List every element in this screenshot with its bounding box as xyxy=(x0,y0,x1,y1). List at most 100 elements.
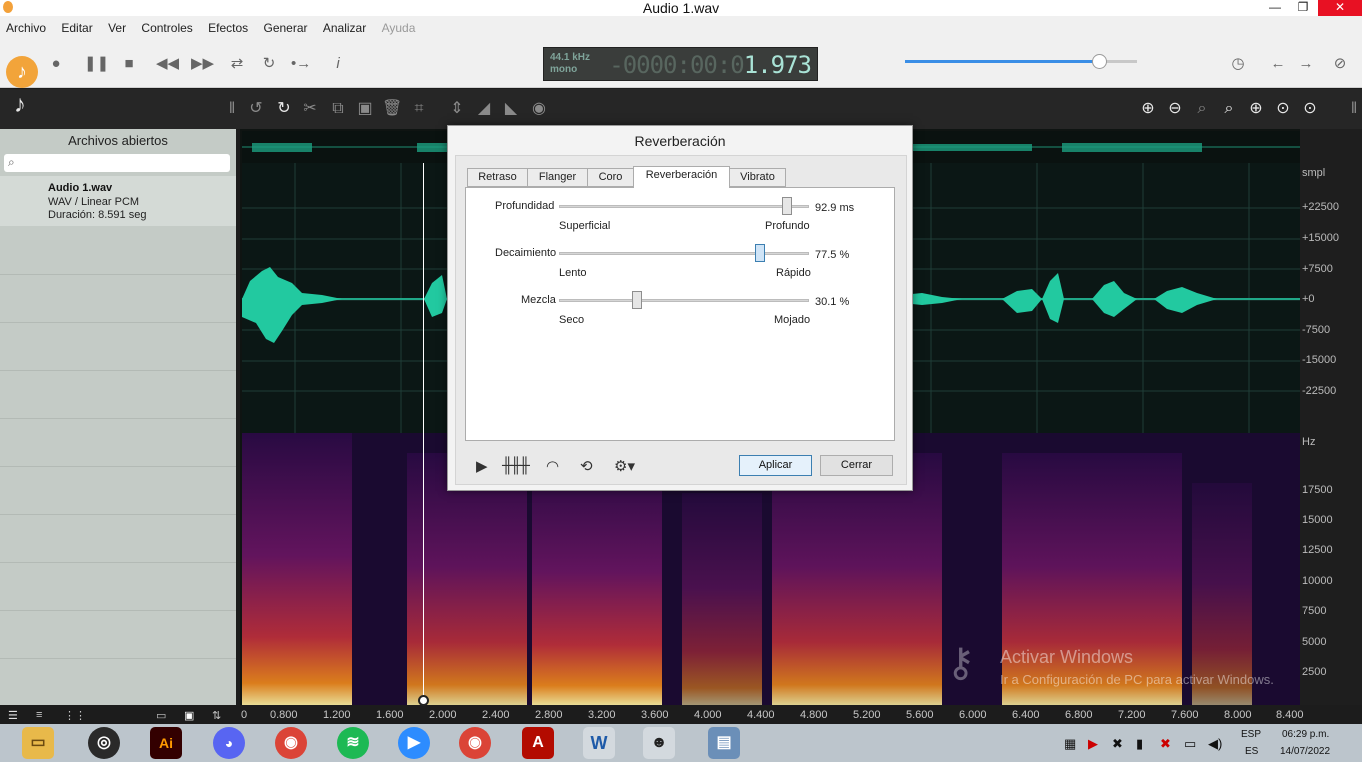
clock-date[interactable]: 14/07/2022 xyxy=(1280,746,1330,757)
copy-icon[interactable]: ⧉ xyxy=(328,99,348,119)
record-icon[interactable]: ● xyxy=(46,54,66,74)
depth-slider[interactable] xyxy=(559,205,809,208)
detail-view-icon[interactable]: ≡ xyxy=(36,709,42,721)
delete-icon[interactable]: 🗑 xyxy=(382,99,402,119)
ocenaudio-icon[interactable]: ☻ xyxy=(643,727,675,759)
photos-icon[interactable]: ▤ xyxy=(708,727,740,759)
amp-label: +15000 xyxy=(1302,232,1340,244)
tray-device-icon[interactable]: ▮ xyxy=(1136,736,1143,752)
mix-slider-thumb[interactable] xyxy=(632,291,642,309)
stop-icon[interactable]: ■ xyxy=(119,54,139,74)
playhead-handle[interactable] xyxy=(418,695,429,706)
menu-ayuda[interactable]: Ayuda xyxy=(376,16,422,40)
obs-icon[interactable]: ◎ xyxy=(88,727,120,759)
file-explorer-icon[interactable]: ▭ xyxy=(22,727,54,759)
zoom-fit-icon[interactable]: ⌕ xyxy=(1219,99,1239,119)
zoom-icon[interactable]: ▶ xyxy=(398,727,430,759)
volume-slider-knob[interactable] xyxy=(1092,54,1107,69)
zoom-in-icon[interactable]: ⊕ xyxy=(1138,99,1158,119)
tab-coro[interactable]: Coro xyxy=(587,168,634,187)
close-dialog-button[interactable]: Cerrar xyxy=(820,455,893,476)
depth-label: Profundidad xyxy=(495,200,555,212)
tab-flanger[interactable]: Flanger xyxy=(527,168,588,187)
tray-arrow-icon[interactable]: ▶ xyxy=(1088,736,1098,752)
minimize-button[interactable]: — xyxy=(1260,0,1290,16)
panel-icon[interactable]: ▭ xyxy=(156,709,166,722)
chrome-profile-icon[interactable]: ◉ xyxy=(459,727,491,759)
preview-play-icon[interactable]: ▶ xyxy=(476,457,488,475)
menu-analizar[interactable]: Analizar xyxy=(317,16,372,40)
cut-icon[interactable]: ✂ xyxy=(300,99,320,119)
normalize-icon[interactable]: ⇕ xyxy=(447,99,467,119)
menu-ver[interactable]: Ver xyxy=(102,16,132,40)
preview-mode-icon[interactable]: ◠ xyxy=(546,457,559,475)
loop-icon[interactable]: ⇄ xyxy=(227,54,247,74)
fade-in-icon[interactable]: ◢ xyxy=(474,99,494,119)
file-name: Audio 1.wav xyxy=(48,182,113,194)
tray-app-icon[interactable]: ▦ xyxy=(1064,736,1076,752)
zoom-out-icon[interactable]: ⊖ xyxy=(1165,99,1185,119)
redo-icon[interactable]: ↻ xyxy=(274,99,294,119)
open-files-sidebar: Archivos abiertos ⌕ Audio 1.wav WAV / Li… xyxy=(0,129,236,705)
maximize-button[interactable]: ❐ xyxy=(1288,0,1318,16)
spotify-icon[interactable]: ≋ xyxy=(337,727,369,759)
apply-button[interactable]: Aplicar xyxy=(739,455,812,476)
close-button[interactable]: ✕ xyxy=(1318,0,1362,16)
history-icon[interactable]: ◷ xyxy=(1228,54,1248,74)
crop-icon[interactable]: ⌗ xyxy=(409,99,429,119)
loop-selection-icon[interactable]: ↻ xyxy=(259,54,279,74)
grid-view-icon[interactable]: ⋮⋮ xyxy=(64,709,86,722)
tray-display-icon[interactable]: ▭ xyxy=(1184,736,1196,752)
pause-icon[interactable]: ❚❚ xyxy=(84,54,109,74)
mix-slider[interactable] xyxy=(559,299,809,302)
playback-cursor[interactable] xyxy=(423,163,424,705)
file-list-item[interactable]: Audio 1.wav WAV / Linear PCM Duración: 8… xyxy=(0,176,236,226)
image-icon[interactable]: ▣ xyxy=(184,709,194,722)
search-input[interactable]: ⌕ xyxy=(4,154,230,172)
mute-icon[interactable]: ⊘ xyxy=(1330,54,1350,74)
menu-archivo[interactable]: Archivo xyxy=(0,16,52,40)
list-view-icon[interactable]: ☰ xyxy=(8,709,18,722)
chrome-icon[interactable]: ◉ xyxy=(275,727,307,759)
volume-icon[interactable]: ◀) xyxy=(1208,736,1222,752)
zoom-selection-icon[interactable]: ⌕ xyxy=(1192,99,1212,119)
decay-slider[interactable] xyxy=(559,252,809,255)
word-icon[interactable]: W xyxy=(583,727,615,759)
tray-network-icon[interactable]: ✖ xyxy=(1160,736,1171,752)
tab-vibrato[interactable]: Vibrato xyxy=(729,168,786,187)
back-arrow-icon[interactable]: ← xyxy=(1268,54,1288,74)
time-tick: 2.000 xyxy=(429,709,457,721)
clock-time[interactable]: 06:29 p.m. xyxy=(1282,729,1329,740)
rewind-icon[interactable]: ◀◀ xyxy=(156,54,179,74)
acrobat-icon[interactable]: A xyxy=(522,727,554,759)
effects-icon[interactable]: ◉ xyxy=(529,99,549,119)
tab-reverberacion[interactable]: Reverberación xyxy=(633,166,730,188)
tab-retraso[interactable]: Retraso xyxy=(467,168,528,187)
forward-arrow-icon[interactable]: → xyxy=(1296,54,1316,74)
undo-icon[interactable]: ↺ xyxy=(246,99,266,119)
tray-tool-icon[interactable]: ✖ xyxy=(1112,736,1123,752)
fast-forward-icon[interactable]: ▶▶ xyxy=(191,54,214,74)
menu-efectos[interactable]: Efectos xyxy=(202,16,254,40)
language-code[interactable]: ESP xyxy=(1241,729,1261,740)
vertical-zoom-in-icon[interactable]: ⊙ xyxy=(1273,99,1293,119)
waveform-bypass-icon[interactable]: ╫╫╫ xyxy=(502,457,530,474)
menu-generar[interactable]: Generar xyxy=(258,16,314,40)
zoom-all-icon[interactable]: ⊕ xyxy=(1246,99,1266,119)
sort-icon[interactable]: ⇅ xyxy=(212,709,221,722)
menu-editar[interactable]: Editar xyxy=(55,16,98,40)
paste-icon[interactable]: ▣ xyxy=(355,99,375,119)
decay-slider-thumb[interactable] xyxy=(755,244,765,262)
menu-controles[interactable]: Controles xyxy=(135,16,198,40)
vertical-zoom-out-icon[interactable]: ⊙ xyxy=(1300,99,1320,119)
settings-gear-icon[interactable]: ⚙▾ xyxy=(614,457,635,475)
info-icon[interactable]: i xyxy=(328,54,348,74)
freq-label: Hz xyxy=(1302,436,1316,448)
illustrator-icon[interactable]: Ai xyxy=(150,727,182,759)
discord-icon[interactable]: ◕ xyxy=(213,727,245,759)
keyboard-layout[interactable]: ES xyxy=(1245,746,1258,757)
depth-slider-thumb[interactable] xyxy=(782,197,792,215)
follow-playhead-icon[interactable]: •→ xyxy=(291,54,311,74)
fade-out-icon[interactable]: ◣ xyxy=(501,99,521,119)
preview-loop-icon[interactable]: ⟲ xyxy=(580,457,593,475)
